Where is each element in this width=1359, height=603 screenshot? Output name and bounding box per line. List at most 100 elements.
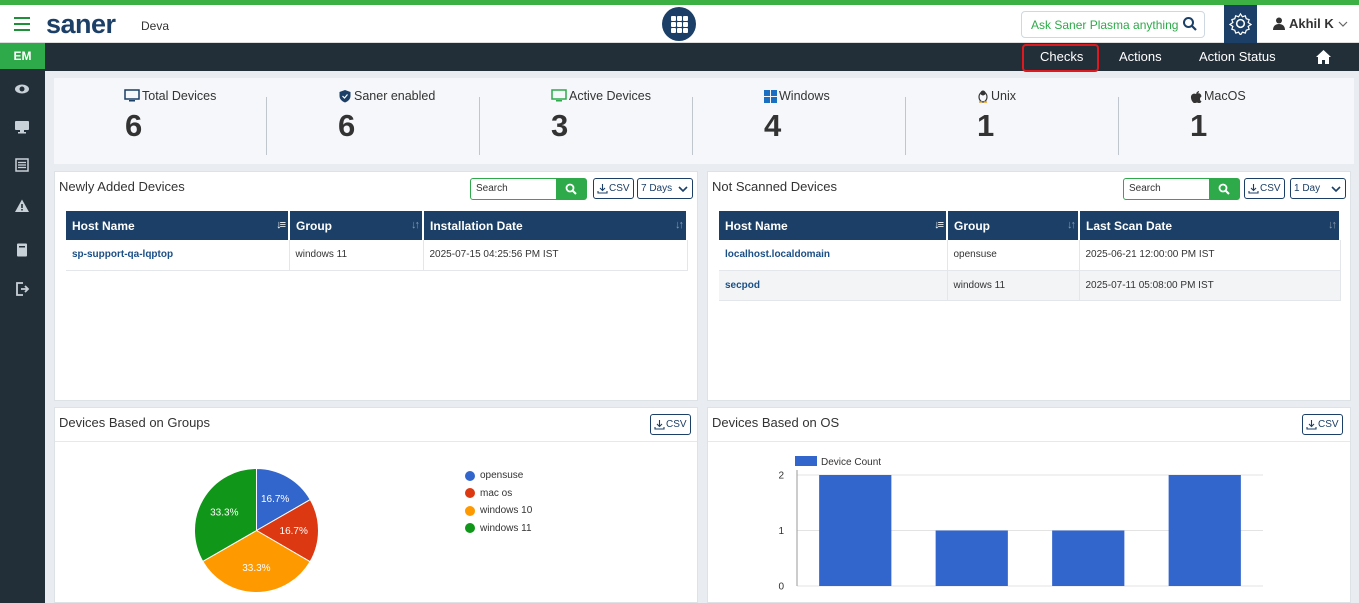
list-icon[interactable]	[14, 157, 30, 173]
sort-icon[interactable]: ↓↑	[1067, 219, 1076, 231]
newly-added-devices-panel: Newly Added Devices Search CSV 7 Days Ho…	[54, 171, 698, 401]
legend-label: windows 11	[480, 522, 532, 534]
y-tick-label: 2	[778, 471, 784, 482]
settings-gear-icon[interactable]	[1224, 5, 1257, 43]
chevron-down-icon	[678, 186, 688, 193]
y-tick-label: 0	[778, 582, 784, 593]
stat-macos[interactable]: MacOS 1	[1119, 78, 1332, 164]
bar[interactable]	[819, 475, 892, 586]
legend-dot	[465, 523, 475, 534]
stat-total-devices[interactable]: Total Devices 6	[54, 78, 267, 164]
column-header-last-scan-date[interactable]: Last Scan Date ↓↑	[1079, 211, 1341, 240]
date-range-value: 1 Day	[1294, 183, 1321, 194]
search-button[interactable]	[1209, 179, 1239, 199]
search-placeholder: Search	[1129, 183, 1161, 194]
column-header-host-name[interactable]: Host Name ↓≡	[66, 211, 290, 240]
book-icon[interactable]	[14, 242, 30, 258]
csv-download-button[interactable]: CSV	[593, 178, 634, 199]
csv-download-button[interactable]: CSV	[1302, 414, 1343, 435]
stat-label: Windows	[779, 89, 830, 103]
panel-title: Devices Based on OS	[712, 415, 840, 430]
ask-plasma-placeholder: Ask Saner Plasma anything !	[1031, 18, 1181, 32]
download-icon	[654, 420, 665, 430]
sort-icon[interactable]: ↓↑	[675, 219, 684, 231]
legend-item[interactable]: windows 10	[465, 502, 532, 520]
search-button[interactable]	[556, 179, 586, 199]
host-name-link[interactable]: localhost.localdomain	[719, 240, 948, 271]
monitor-icon	[551, 89, 567, 102]
search-input[interactable]: Search	[470, 178, 587, 200]
stat-value: 6	[125, 108, 143, 143]
stat-value: 4	[764, 108, 782, 143]
search-icon[interactable]	[1182, 16, 1198, 32]
hamburger-menu-icon[interactable]	[14, 17, 30, 31]
stat-value: 1	[1190, 108, 1208, 143]
warning-icon[interactable]	[14, 198, 30, 214]
legend-item[interactable]: opensuse	[465, 467, 532, 485]
csv-download-button[interactable]: CSV	[650, 414, 691, 435]
legend-label: Device Count	[821, 457, 881, 468]
group-cell: windows 11	[947, 270, 1080, 301]
date-cell: 2025-07-15 04:25:56 PM IST	[423, 240, 688, 271]
search-placeholder: Search	[476, 183, 508, 194]
home-icon[interactable]	[1315, 49, 1332, 65]
stat-label: MacOS	[1204, 89, 1246, 103]
legend-label: windows 10	[480, 505, 533, 517]
user-menu[interactable]: Akhil K	[1273, 16, 1348, 31]
eye-icon[interactable]	[14, 81, 30, 97]
date-range-select[interactable]: 1 Day	[1290, 178, 1346, 199]
panel-title: Newly Added Devices	[59, 179, 185, 194]
column-header-group[interactable]: Group ↓↑	[289, 211, 424, 240]
nav-action-status[interactable]: Action Status	[1199, 49, 1276, 64]
sort-icon[interactable]: ↓≡	[934, 219, 944, 231]
sort-icon[interactable]: ↓↑	[411, 219, 420, 231]
host-name-link[interactable]: secpod	[719, 270, 948, 301]
saner-logo[interactable]: saner	[46, 9, 116, 40]
sort-icon[interactable]: ↓↑	[1328, 219, 1337, 231]
sidebar-badge[interactable]: EM	[0, 43, 45, 69]
nav-actions[interactable]: Actions	[1119, 49, 1162, 64]
newly-added-table: Host Name ↓≡ Group ↓↑ Installation Date ↓↑ …	[66, 211, 688, 271]
column-header-installation-date[interactable]: Installation Date ↓↑	[423, 211, 688, 240]
host-name-link[interactable]: sp-support-qa-lqptop	[66, 240, 290, 271]
table-row: localhost.localdomain opensuse 2025-06-2…	[719, 240, 1341, 271]
pie-slice-label: 16.7%	[280, 526, 308, 537]
logout-icon[interactable]	[14, 281, 30, 297]
monitor-icon[interactable]	[14, 119, 30, 135]
header: saner Deva Ask Saner Plasma anything ! A…	[0, 5, 1359, 43]
os-bar-chart: 0 1 2 Device Count	[778, 456, 1263, 593]
bar[interactable]	[935, 530, 1008, 587]
download-icon	[597, 184, 608, 194]
date-cell: 2025-06-21 12:00:00 PM IST	[1079, 240, 1341, 271]
user-icon	[1273, 17, 1285, 30]
stat-unix[interactable]: Unix 1	[906, 78, 1119, 164]
legend-dot	[465, 505, 475, 516]
legend-item[interactable]: windows 11	[465, 520, 532, 538]
bar[interactable]	[1052, 530, 1125, 587]
stat-active-devices[interactable]: Active Devices 3	[480, 78, 693, 164]
bar[interactable]	[1168, 475, 1241, 586]
panel-divider	[708, 441, 1350, 442]
apple-icon	[1190, 90, 1202, 103]
stat-value: 3	[551, 108, 569, 143]
legend-item[interactable]: mac os	[465, 485, 532, 503]
search-input[interactable]: Search	[1123, 178, 1240, 200]
sort-icon[interactable]: ↓≡	[276, 219, 286, 231]
column-header-group[interactable]: Group ↓↑	[947, 211, 1080, 240]
table-row: secpod windows 11 2025-07-11 05:08:00 PM…	[719, 270, 1341, 301]
table-row: sp-support-qa-lqptop windows 11 2025-07-…	[66, 240, 688, 271]
legend-dot	[465, 488, 475, 499]
ask-plasma-input[interactable]: Ask Saner Plasma anything !	[1021, 11, 1205, 38]
stat-saner-enabled[interactable]: Saner enabled 6	[267, 78, 480, 164]
column-header-host-name[interactable]: Host Name ↓≡	[719, 211, 948, 240]
windows-icon	[764, 89, 777, 103]
app-grid-icon[interactable]	[662, 7, 696, 41]
chevron-down-icon	[1331, 186, 1341, 193]
pie-slice-label: 33.3%	[210, 507, 238, 518]
user-name: Akhil K	[1289, 16, 1334, 31]
stat-windows[interactable]: Windows 4	[693, 78, 906, 164]
stat-value: 1	[977, 108, 995, 143]
date-range-select[interactable]: 7 Days	[637, 178, 693, 199]
csv-download-button[interactable]: CSV	[1244, 178, 1285, 199]
organization-name[interactable]: Deva	[141, 19, 169, 33]
